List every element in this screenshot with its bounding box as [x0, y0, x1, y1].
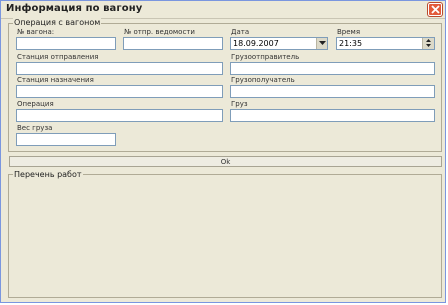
time-spin-buttons[interactable] [422, 38, 434, 49]
works-list-legend: Перечень работ [13, 170, 83, 179]
wagon-number-label: № вагона: [17, 28, 55, 36]
cargo-sender-input[interactable] [230, 62, 435, 75]
cargo-receiver-input[interactable] [230, 85, 435, 98]
spin-down-icon [426, 44, 431, 47]
statement-number-label: № отпр. ведомости [124, 28, 195, 36]
date-dropdown-button[interactable] [316, 38, 327, 49]
ok-button-label: Ok [220, 158, 231, 166]
date-label: Дата [231, 28, 250, 36]
cargo-receiver-label: Грузополучатель [231, 76, 295, 84]
statement-number-input[interactable] [123, 37, 223, 50]
date-picker[interactable]: 18.09.2007 [230, 37, 328, 50]
cargo-sender-label: Грузоотправитель [231, 53, 300, 61]
chevron-down-icon [319, 41, 326, 45]
destination-station-input[interactable] [16, 85, 223, 98]
close-icon [431, 5, 440, 14]
close-button[interactable] [428, 3, 442, 16]
spin-down-button[interactable] [423, 43, 434, 48]
wagon-number-input[interactable] [16, 37, 116, 50]
weight-input[interactable] [16, 133, 116, 146]
operation-input[interactable] [16, 109, 223, 122]
time-value: 21:35 [339, 39, 363, 48]
weight-label: Вес груза [17, 124, 53, 132]
works-list-group [8, 174, 442, 298]
spin-up-icon [426, 39, 431, 42]
sender-station-input[interactable] [16, 62, 223, 75]
window-title: Информация по вагону [6, 3, 143, 14]
destination-station-label: Станция назначения [17, 76, 94, 84]
operation-group-legend: Операция с вагоном [13, 18, 102, 27]
time-label: Время [337, 28, 361, 36]
dialog-window: Информация по вагону Операция с вагоном … [0, 0, 446, 303]
title-bar[interactable]: Информация по вагону [1, 1, 445, 19]
cargo-input[interactable] [230, 109, 435, 122]
cargo-label: Груз [231, 100, 248, 108]
operation-label: Операция [17, 100, 54, 108]
sender-station-label: Станция отправления [17, 53, 99, 61]
ok-button[interactable]: Ok [9, 156, 442, 167]
date-value: 18.09.2007 [233, 39, 279, 48]
time-spinner[interactable]: 21:35 [336, 37, 435, 50]
